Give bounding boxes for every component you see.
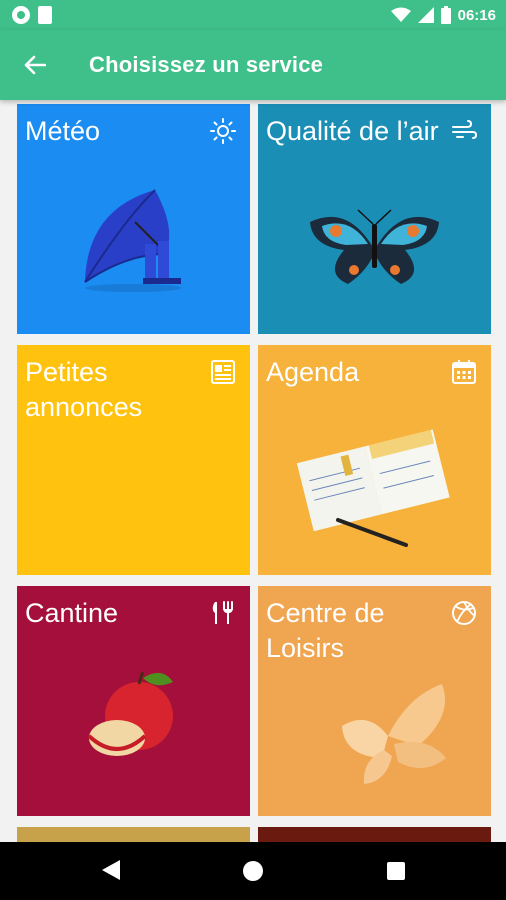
back-button[interactable]: [14, 44, 56, 86]
cutlery-icon: [212, 601, 233, 624]
tile-classifieds[interactable]: Petites annonces: [17, 345, 250, 575]
tile-partial-right[interactable]: [258, 827, 491, 842]
battery-icon: [440, 6, 451, 24]
tile-agenda[interactable]: Agenda: [258, 345, 491, 575]
page-title: Choisissez un service: [89, 52, 324, 77]
calendar-icon: [452, 360, 476, 384]
tile-label: Petites annonces: [25, 357, 143, 422]
notification-circle-icon: [12, 6, 30, 24]
tile-meteo[interactable]: Météo: [17, 104, 250, 334]
navigation-bar: [0, 842, 506, 900]
tile-label: Cantine: [25, 598, 119, 628]
tile-air-quality[interactable]: Qualité de l’air: [258, 104, 491, 334]
wifi-icon: [390, 7, 411, 22]
service-grid: Météo Qualité de l’air Petites annonces …: [0, 100, 506, 842]
tile-label: Agenda: [266, 357, 360, 387]
signal-icon: [417, 7, 434, 23]
nav-recent-apps-button[interactable]: [387, 862, 405, 880]
nav-home-button[interactable]: [243, 861, 263, 881]
nav-back-button[interactable]: [100, 858, 122, 882]
tile-partial-left[interactable]: [17, 827, 250, 842]
sun-icon: [210, 118, 236, 144]
wind-icon: [452, 120, 477, 139]
status-time: 06:16: [457, 6, 496, 24]
status-bar: 06:16: [0, 0, 506, 30]
newspaper-icon: [211, 360, 235, 384]
arrow-left-icon: [24, 55, 46, 75]
tile-label: Centre de Loisirs: [266, 598, 385, 663]
sd-card-icon: [38, 6, 52, 24]
tile-leisure-center[interactable]: Centre de Loisirs: [258, 586, 491, 816]
tile-label: Météo: [25, 116, 101, 146]
tile-canteen[interactable]: Cantine: [17, 586, 250, 816]
app-bar: Choisissez un service: [0, 30, 506, 100]
basketball-icon: [452, 601, 476, 625]
tile-label: Qualité de l’air: [266, 116, 439, 146]
